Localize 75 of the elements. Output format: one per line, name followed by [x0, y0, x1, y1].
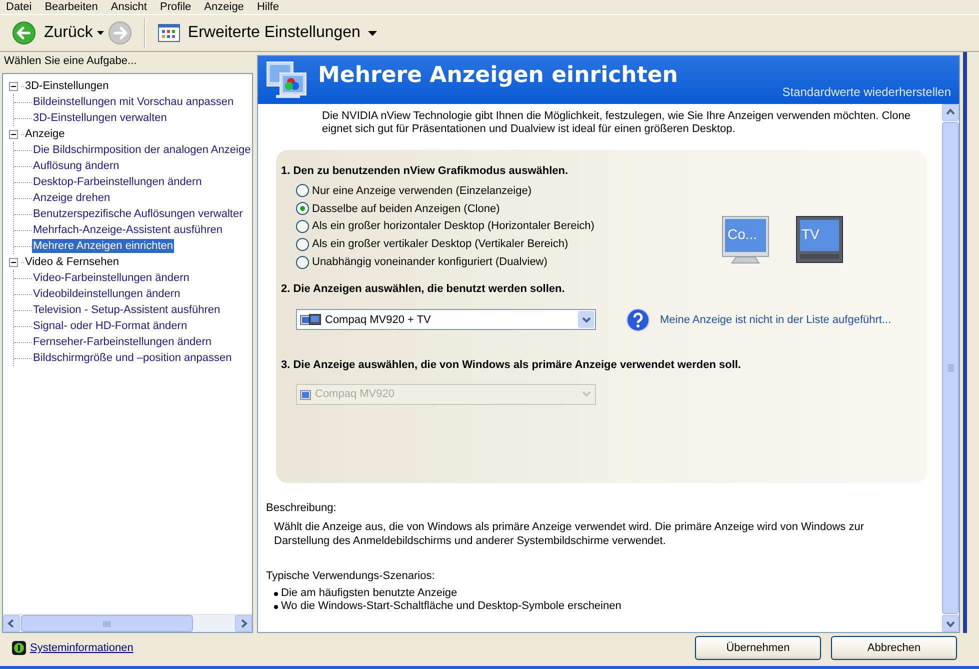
collapse-icon[interactable]: [9, 82, 18, 90]
collapse-icon[interactable]: [9, 130, 18, 138]
tree-item[interactable]: Video-Farbeinstellungen ändern: [32, 271, 190, 285]
tree-item[interactable]: Benutzerspezifische Auflösungen verwalter: [32, 207, 244, 221]
monitors-icon: [300, 314, 321, 326]
info-icon: [12, 641, 26, 655]
collapse-icon[interactable]: [9, 258, 18, 266]
chevron-down-icon: [582, 391, 590, 398]
view-menu-button[interactable]: Erweiterte Einstellungen: [154, 24, 382, 42]
description-text: Wählt die Anzeige aus, die von Windows als primäre Anzeige verwendet wird. Die primäre Anzeige wird von Windows zur Darstellung des Anmeldebildschirms und anderer Systembildschirme verwendet.: [274, 520, 865, 548]
dropdown-caret-icon: [96, 31, 104, 35]
tree-item[interactable]: Die Bildschirmposition der analogen Anzeige: [32, 143, 252, 157]
radio-label: Als ein großer vertikaler Desktop (Vertikaler Bereich): [312, 238, 568, 250]
chevron-down-icon: [582, 316, 590, 323]
tree-group[interactable]: Video & Fernsehen: [24, 255, 120, 269]
tree-group[interactable]: 3D-Einstellungen: [24, 79, 110, 93]
tree-item[interactable]: Television - Setup-Assistent ausführen: [32, 303, 222, 317]
step-title: 3. Die Anzeige auswählen, die von Windows als primäre Anzeige verwendet werden soll.: [281, 358, 742, 372]
menu-item[interactable]: Bearbeiten: [40, 0, 107, 14]
tree-item[interactable]: Mehrfach-Anzeige-Assistent ausführen: [32, 223, 224, 237]
tree-item[interactable]: Fernseher-Farbeinstellungen ändern: [32, 335, 213, 349]
menu-item[interactable]: Hilfe: [252, 0, 288, 14]
monitor-icon: [722, 216, 770, 266]
intro-text: Die NVIDIA nView Technologie gibt Ihnen die Möglichkeit, festzulegen, wie Sie Ihre Anzeigen verwenden möchten. Clone eignet sich gut für Präsentationen und Dualview ist ideal für einen größeren Desktop.: [322, 110, 912, 136]
radio-button[interactable]: [296, 220, 309, 233]
caret-icon: [368, 30, 378, 36]
tree-item[interactable]: Mehrere Anzeigen einrichten: [32, 239, 174, 253]
radio-label: Als ein großer horizontaler Desktop (Horizontaler Bereich): [312, 220, 594, 232]
tree-item[interactable]: 3D-Einstellungen verwalten: [32, 111, 168, 125]
tree-item[interactable]: Videobildeinstellungen ändern: [32, 287, 182, 301]
radio-button[interactable]: [296, 184, 309, 198]
system-info-link[interactable]: Systeminformationen: [30, 642, 134, 654]
tree-item[interactable]: Auflösung ändern: [32, 159, 120, 173]
tree-item[interactable]: Desktop-Farbeinstellungen ändern: [32, 175, 203, 189]
page-title: Mehrere Anzeigen einrichten: [318, 63, 678, 88]
menu-item[interactable]: Datei: [2, 0, 41, 14]
radio-button[interactable]: [296, 238, 309, 251]
radio-label: Unabhängig voneinander konfiguriert (Dualview): [312, 256, 548, 268]
back-button[interactable]: Zurück: [8, 21, 97, 45]
monitor-icon: [300, 388, 311, 400]
radio-button[interactable]: [296, 256, 309, 269]
menu-item[interactable]: Ansicht: [106, 0, 156, 14]
tree-item[interactable]: Bildeinstellungen mit Vorschau anpassen: [32, 95, 235, 109]
dialog-button[interactable]: Übernehmen: [695, 636, 821, 660]
dialog-button[interactable]: Abbrechen: [831, 636, 957, 660]
step-title: 1. Den zu benutzenden nView Grafikmodus auswählen.: [281, 164, 570, 178]
display-label: TV: [801, 226, 820, 242]
menu-item[interactable]: Anzeige: [200, 0, 253, 14]
radio-label: Nur eine Anzeige verwenden (Einzelanzeige): [312, 184, 532, 197]
radio-label: Dasselbe auf beiden Anzeigen (Clone): [312, 202, 500, 215]
grid-window-icon: [158, 24, 180, 42]
tree-item[interactable]: Signal- oder HD-Format ändern: [32, 319, 188, 333]
tree-item[interactable]: Anzeige drehen: [32, 191, 112, 205]
bullet-icon: [274, 592, 278, 596]
help-icon: [626, 308, 650, 332]
step-title: 2. Die Anzeigen auswählen, die benutzt werden sollen.: [281, 282, 566, 296]
display-dropdown[interactable]: Compaq MV920 + TV: [296, 309, 596, 330]
scenarios-label: Typische Verwendungs-Szenarios:: [266, 570, 436, 582]
display-label: Co...: [727, 226, 758, 242]
description-label: Beschreibung:: [266, 502, 338, 515]
tree-group[interactable]: Anzeige: [24, 127, 66, 141]
tree-item[interactable]: Bildschirmgröße und –position anpassen: [32, 351, 233, 365]
grip-icon: [103, 620, 111, 626]
horizontal-scrollbar[interactable]: [3, 614, 252, 632]
tv-icon: [796, 216, 844, 266]
help-link[interactable]: Meine Anzeige ist nicht in der Liste aufgeführt...: [660, 314, 892, 326]
sidebar-title: Wählen Sie eine Aufgabe...: [3, 54, 138, 69]
menu-item[interactable]: Profile: [156, 0, 200, 14]
radio-button[interactable]: [296, 202, 309, 216]
restore-defaults-link[interactable]: Standardwerte wiederherstellen: [782, 85, 951, 99]
bullet-icon: [274, 604, 278, 608]
scenario-item: Wo die Windows-Start-Schaltfläche und Desktop-Symbole erscheinen: [281, 600, 622, 613]
scenario-item: Die am häufigsten benutzte Anzeige: [281, 587, 458, 600]
vertical-scrollbar[interactable]: [942, 104, 959, 632]
grip-icon: [948, 364, 954, 372]
